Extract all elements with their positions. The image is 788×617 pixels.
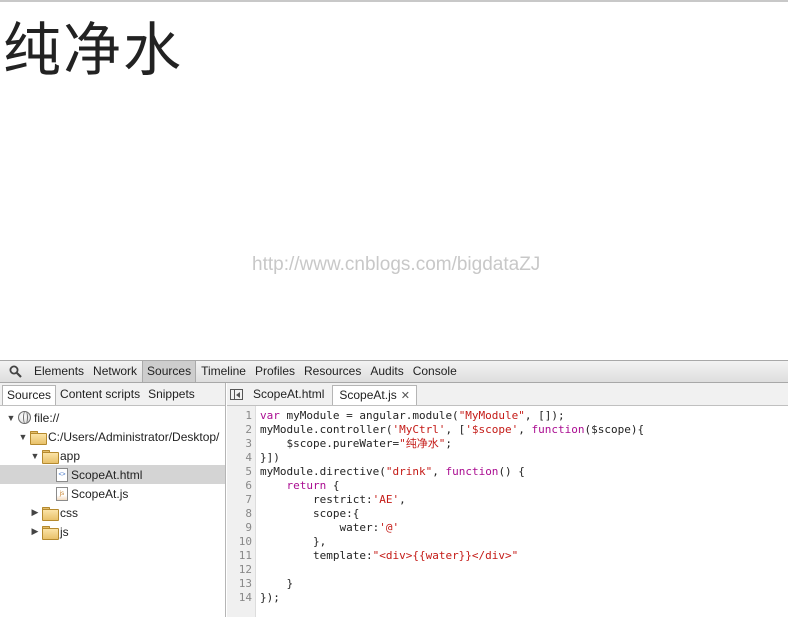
tree-item-scopeat-js[interactable]: ▶ js ScopeAt.js	[0, 484, 225, 503]
tab-profiles[interactable]: Profiles	[251, 361, 299, 382]
code-line: return {	[286, 479, 340, 492]
code-line: $scope.pureWater="纯净水";	[260, 437, 452, 450]
editor-tab-scopeat-js[interactable]: ScopeAt.js ✕	[332, 385, 417, 405]
expand-arrow-icon[interactable]: ▼	[6, 413, 16, 423]
code-line: });	[260, 591, 280, 604]
line-number: 10	[238, 535, 252, 548]
code-line: scope:{	[260, 507, 360, 520]
magnifier-icon[interactable]	[0, 361, 30, 383]
tab-timeline[interactable]: Timeline	[197, 361, 250, 382]
watermark-url: http://www.cnblogs.com/bigdataZJ	[252, 254, 541, 275]
tab-resources[interactable]: Resources	[300, 361, 365, 382]
code-line: template:"<div>{{water}}</div>"	[260, 549, 519, 562]
line-number: 3	[245, 437, 252, 450]
navigator-tabs: Sources Content scripts Snippets	[0, 383, 225, 406]
line-number: 5	[245, 465, 252, 478]
js-file-icon: js	[56, 486, 68, 501]
code-area[interactable]: 1 2 3 4 5 6 7 8 9 10 11 12 13 14 var myModule = angula…	[227, 406, 788, 617]
line-number: 9	[245, 521, 252, 534]
tree-item-js-folder[interactable]: ▶ js	[0, 522, 225, 541]
navigator-tab-content-scripts[interactable]: Content scripts	[56, 385, 144, 405]
collapse-arrow-icon[interactable]: ▶	[30, 507, 40, 518]
editor-tab-scopeat-html[interactable]: ScopeAt.html	[247, 385, 330, 405]
expand-arrow-icon[interactable]: ▼	[18, 432, 28, 442]
line-number: 14	[238, 591, 252, 604]
code-line: myModule.directive("drink", function() {	[260, 465, 525, 478]
source-editor: ScopeAt.html ScopeAt.js ✕ 1 2 3 4 5 6 7 8 9 10 11 12…	[227, 383, 788, 617]
line-number: 4	[245, 451, 252, 464]
folder-icon	[42, 525, 59, 540]
line-number: 7	[245, 493, 252, 506]
tree-item-file-scheme[interactable]: ▼ file://	[0, 408, 225, 427]
page-heading: 纯净水	[3, 16, 184, 84]
code-line: }	[260, 577, 294, 590]
line-number: 11	[238, 549, 252, 562]
sources-navigator: Sources Content scripts Snippets ▼ file:…	[0, 383, 226, 617]
tab-sources[interactable]: Sources	[142, 361, 197, 382]
file-tree: ▼ file:// ▼ C:/Users/Administrator/Deskt…	[0, 406, 225, 617]
line-number: 1	[245, 409, 252, 422]
navigator-tab-snippets[interactable]: Snippets	[144, 385, 199, 405]
line-number: 6	[245, 479, 252, 492]
tab-audits[interactable]: Audits	[366, 361, 407, 382]
tab-network[interactable]: Network	[89, 361, 141, 382]
devtools-toolbar: Elements Network Sources Timeline Profil…	[0, 360, 788, 383]
tree-item-desktop-folder[interactable]: ▼ C:/Users/Administrator/Desktop/	[0, 427, 225, 446]
page-viewport: 纯净水 http://www.cnblogs.com/bigdataZJ	[0, 0, 788, 360]
tree-item-css-folder[interactable]: ▶ css	[0, 503, 225, 522]
devtools-panel: Elements Network Sources Timeline Profil…	[0, 360, 788, 617]
line-number: 2	[245, 423, 252, 436]
navigator-tab-sources[interactable]: Sources	[2, 385, 57, 405]
tab-elements[interactable]: Elements	[30, 361, 88, 382]
toggle-navigator-icon[interactable]	[227, 384, 245, 405]
code-line: }])	[260, 451, 280, 464]
code-line: },	[260, 535, 327, 548]
tree-item-app-folder[interactable]: ▼ app	[0, 446, 225, 465]
tab-console[interactable]: Console	[409, 361, 461, 382]
folder-icon	[30, 430, 47, 445]
tree-item-scopeat-html[interactable]: ▶ <> ScopeAt.html	[0, 465, 225, 484]
line-number: 12	[238, 563, 252, 576]
line-number: 8	[245, 507, 252, 520]
html-file-icon: <>	[56, 467, 68, 482]
code-line: water:'@'	[260, 521, 400, 534]
code-line: var myModule = angular.module("MyModule"…	[260, 409, 565, 422]
line-number: 13	[238, 577, 252, 590]
folder-icon	[42, 506, 59, 521]
expand-arrow-icon[interactable]: ▼	[30, 451, 40, 461]
close-icon[interactable]: ✕	[401, 390, 410, 402]
editor-tabs: ScopeAt.html ScopeAt.js ✕	[227, 383, 788, 406]
collapse-arrow-icon[interactable]: ▶	[30, 526, 40, 537]
code-line: myModule.controller('MyCtrl', ['$scope',…	[260, 423, 645, 436]
folder-icon	[42, 449, 59, 464]
globe-icon	[18, 411, 31, 424]
code-line: restrict:'AE',	[260, 493, 406, 506]
